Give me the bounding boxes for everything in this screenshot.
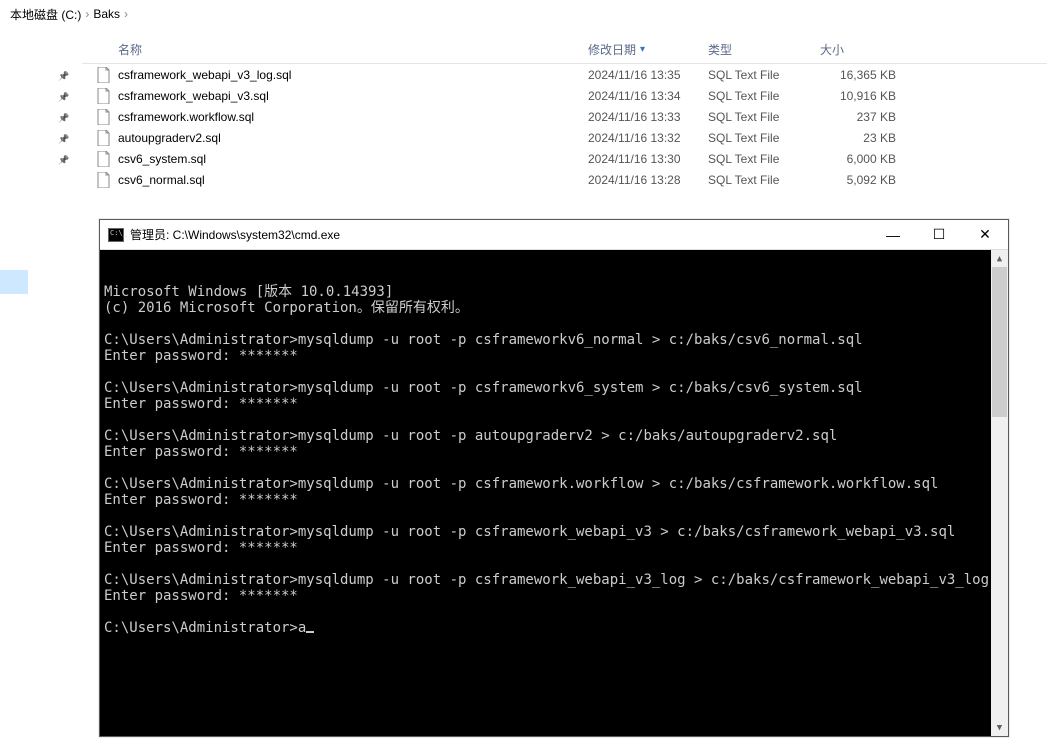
file-type: SQL Text File [708,152,820,166]
close-button[interactable]: ✕ [962,220,1008,249]
column-header-name[interactable]: 名称 [82,41,588,58]
file-type: SQL Text File [708,89,820,103]
file-type: SQL Text File [708,68,820,82]
file-date: 2024/11/16 13:33 [588,110,708,124]
breadcrumb[interactable]: 本地磁盘 (C:) › Baks › [0,0,1055,28]
cmd-cursor [306,631,314,633]
minimize-button[interactable]: — [870,220,916,249]
scroll-up-icon[interactable]: ▲ [991,250,1008,267]
sql-file-icon [96,109,112,125]
sql-file-icon [96,151,112,167]
sql-file-icon [96,88,112,104]
file-size: 237 KB [820,110,904,124]
file-size: 6,000 KB [820,152,904,166]
file-name: csframework.workflow.sql [118,110,254,124]
file-row[interactable]: csframework_webapi_v3_log.sql 2024/11/16 … [82,64,1047,85]
file-date: 2024/11/16 13:30 [588,152,708,166]
sql-file-icon [96,67,112,83]
file-size: 23 KB [820,131,904,145]
pin-icon[interactable] [58,171,69,192]
maximize-button[interactable]: ☐ [916,220,962,249]
breadcrumb-root[interactable]: 本地磁盘 (C:) [8,6,83,23]
pin-icon[interactable]: 📌 [58,129,69,150]
file-row[interactable]: autoupgraderv2.sql 2024/11/16 13:32SQL Te… [82,127,1047,148]
column-header-size[interactable]: 大小 [820,41,904,58]
file-date: 2024/11/16 13:35 [588,68,708,82]
scroll-thumb[interactable] [992,267,1007,417]
file-name: csframework_webapi_v3.sql [118,89,269,103]
cmd-icon [108,228,124,242]
file-date: 2024/11/16 13:28 [588,173,708,187]
pin-icon[interactable]: 📌 [58,150,69,171]
file-type: SQL Text File [708,173,820,187]
column-header-type[interactable]: 类型 [708,41,820,58]
file-list-header: 名称 修改日期▾ 类型 大小 [82,36,1047,64]
breadcrumb-separator: › [83,7,91,21]
breadcrumb-separator: › [122,7,130,21]
cmd-title: 管理员: C:\Windows\system32\cmd.exe [130,226,870,243]
column-header-date[interactable]: 修改日期▾ [588,41,708,58]
cmd-scrollbar[interactable]: ▲ ▼ [991,250,1008,736]
file-name: autoupgraderv2.sql [118,131,221,145]
file-name: csv6_normal.sql [118,173,205,187]
scroll-down-icon[interactable]: ▼ [991,719,1008,736]
pin-indicator-column: 📌📌📌📌📌 [58,66,69,192]
file-size: 16,365 KB [820,68,904,82]
file-size: 10,916 KB [820,89,904,103]
file-date: 2024/11/16 13:32 [588,131,708,145]
file-type: SQL Text File [708,131,820,145]
sql-file-icon [96,172,112,188]
file-name: csframework_webapi_v3_log.sql [118,68,291,82]
sql-file-icon [96,130,112,146]
sidebar-selected-item[interactable] [0,270,28,294]
pin-icon[interactable]: 📌 [58,108,69,129]
cmd-output[interactable]: Microsoft Windows [版本 10.0.14393] (c) 20… [100,250,1008,736]
file-row[interactable]: csv6_normal.sql 2024/11/16 13:28SQL Text … [82,169,1047,190]
pin-icon[interactable]: 📌 [58,66,69,87]
cmd-window: 管理员: C:\Windows\system32\cmd.exe — ☐ ✕ M… [99,219,1009,737]
sort-descending-icon: ▾ [640,44,645,55]
cmd-title-bar[interactable]: 管理员: C:\Windows\system32\cmd.exe — ☐ ✕ [100,220,1008,250]
file-type: SQL Text File [708,110,820,124]
file-row[interactable]: csframework_webapi_v3.sql 2024/11/16 13:3… [82,85,1047,106]
file-size: 5,092 KB [820,173,904,187]
pin-icon[interactable]: 📌 [58,87,69,108]
file-list: 名称 修改日期▾ 类型 大小 📌📌📌📌📌 csframework_webapi_… [82,36,1047,190]
file-date: 2024/11/16 13:34 [588,89,708,103]
file-row[interactable]: csv6_system.sql 2024/11/16 13:30SQL Text … [82,148,1047,169]
breadcrumb-folder[interactable]: Baks [91,7,122,21]
file-row[interactable]: csframework.workflow.sql 2024/11/16 13:33… [82,106,1047,127]
file-name: csv6_system.sql [118,152,206,166]
